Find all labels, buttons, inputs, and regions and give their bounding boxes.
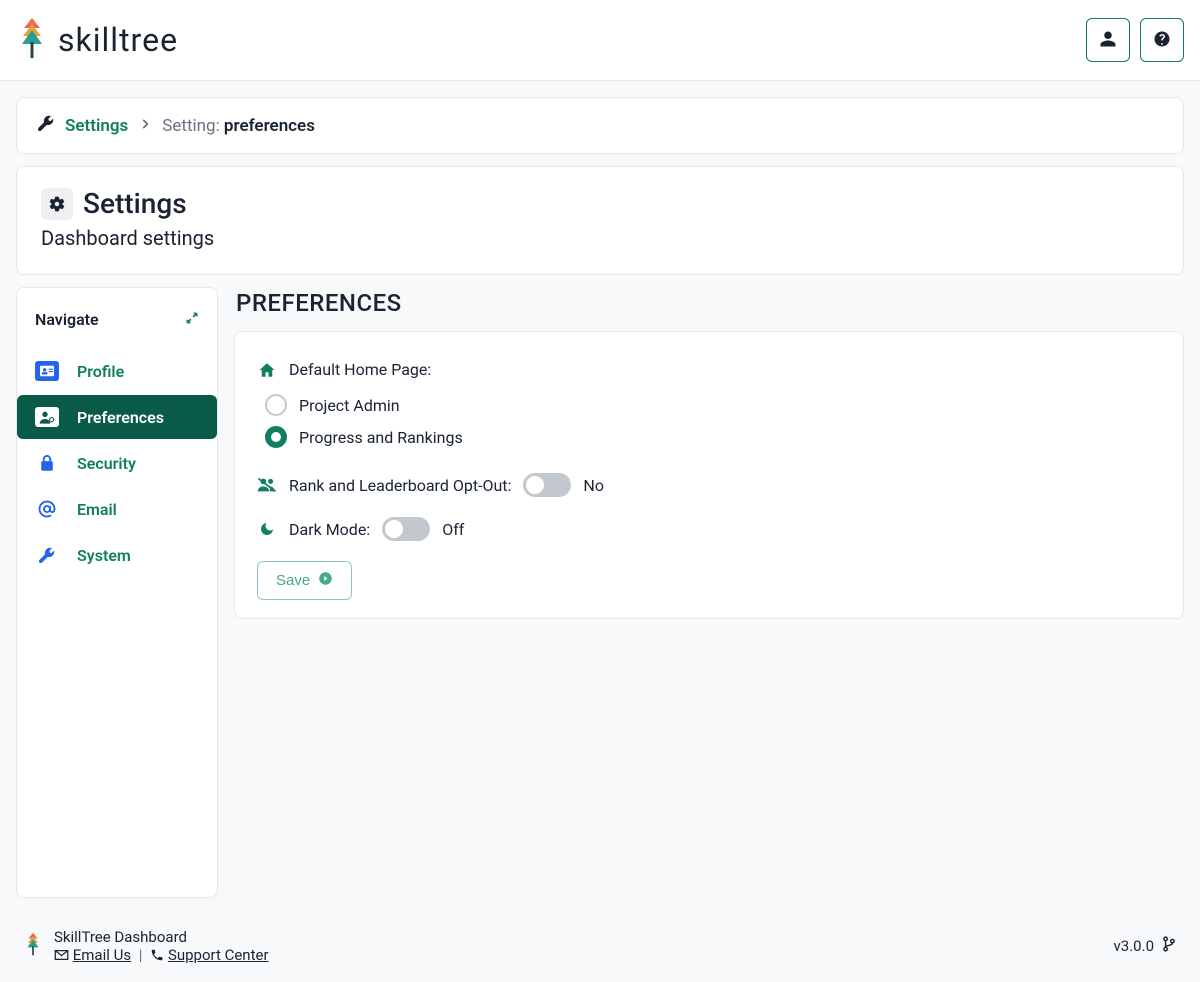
at-sign-icon: [35, 499, 59, 519]
home-page-radio-group: Project Admin Progress and Rankings: [257, 389, 1161, 453]
brand-name: skilltree: [58, 21, 178, 59]
opt-out-label: Rank and Leaderboard Opt-Out:: [289, 476, 511, 495]
app-footer: SkillTree Dashboard Email Us | Support C…: [0, 914, 1200, 982]
gear-icon: [41, 188, 73, 220]
sidebar-item-label: System: [77, 546, 131, 565]
radio-label: Progress and Rankings: [299, 428, 463, 447]
opt-out-toggle[interactable]: [523, 473, 571, 497]
preferences-content: PREFERENCES Default Home Page: Project A…: [234, 287, 1184, 898]
radio-circle-icon: [265, 426, 287, 448]
header-actions: [1086, 18, 1184, 62]
section-title: PREFERENCES: [234, 287, 1184, 331]
phone-icon: [150, 946, 168, 964]
save-button-label: Save: [276, 572, 310, 589]
radio-label: Project Admin: [299, 396, 400, 415]
wrench-icon: [35, 545, 59, 565]
brand-logo[interactable]: skilltree: [16, 14, 178, 66]
settings-sidebar: Navigate Profile Preferences: [16, 287, 218, 898]
sidebar-item-label: Email: [77, 500, 117, 519]
radio-project-admin[interactable]: Project Admin: [265, 389, 1161, 421]
app-header: skilltree: [0, 0, 1200, 81]
help-button[interactable]: [1140, 18, 1184, 62]
email-us-link[interactable]: Email Us: [73, 946, 131, 964]
footer-product-name: SkillTree Dashboard: [54, 928, 269, 946]
separator: |: [139, 946, 143, 964]
sidebar-item-profile[interactable]: Profile: [17, 349, 217, 393]
moon-icon: [257, 521, 277, 537]
dark-mode-value: Off: [442, 520, 464, 539]
page-header-card: Settings Dashboard settings: [16, 166, 1184, 275]
breadcrumb-current: Setting: preferences: [162, 116, 315, 136]
collapse-sidebar-button[interactable]: [185, 311, 199, 329]
users-slash-icon: [257, 477, 277, 493]
skilltree-logo-icon: [24, 930, 42, 962]
sidebar-item-system[interactable]: System: [17, 533, 217, 577]
save-button[interactable]: Save: [257, 561, 352, 600]
git-branch-icon: [1162, 936, 1176, 956]
sidebar-item-email[interactable]: Email: [17, 487, 217, 531]
version-text: v3.0.0: [1114, 937, 1154, 955]
sidebar-item-preferences[interactable]: Preferences: [17, 395, 217, 439]
dark-mode-toggle[interactable]: [382, 517, 430, 541]
breadcrumb-settings-link[interactable]: Settings: [65, 116, 128, 136]
page-title: Settings: [83, 187, 187, 220]
sidebar-item-security[interactable]: Security: [17, 441, 217, 485]
radio-circle-icon: [265, 394, 287, 416]
skilltree-logo-icon: [16, 14, 48, 66]
wrench-icon: [37, 114, 55, 137]
question-icon: [1153, 30, 1171, 51]
breadcrumb: Settings Setting: preferences: [16, 97, 1184, 154]
sidebar-item-label: Security: [77, 454, 136, 473]
id-card-icon: [35, 361, 59, 381]
preferences-card: Default Home Page: Project Admin Progres…: [234, 331, 1184, 619]
user-menu-button[interactable]: [1086, 18, 1130, 62]
home-icon: [257, 361, 277, 379]
sidebar-item-label: Profile: [77, 362, 124, 381]
home-page-label: Default Home Page:: [289, 360, 431, 379]
sidebar-item-label: Preferences: [77, 408, 164, 427]
opt-out-value: No: [583, 476, 604, 495]
user-gear-icon: [35, 407, 59, 427]
arrow-circle-right-icon: [318, 571, 333, 590]
lock-icon: [35, 453, 59, 473]
page-subtitle: Dashboard settings: [41, 226, 1159, 250]
support-center-link[interactable]: Support Center: [168, 946, 269, 964]
sidebar-title: Navigate: [35, 310, 99, 329]
envelope-icon: [54, 946, 73, 964]
radio-progress-rankings[interactable]: Progress and Rankings: [265, 421, 1161, 453]
user-icon: [1099, 30, 1117, 51]
dark-mode-label: Dark Mode:: [289, 520, 370, 539]
chevron-right-icon: [138, 116, 152, 136]
